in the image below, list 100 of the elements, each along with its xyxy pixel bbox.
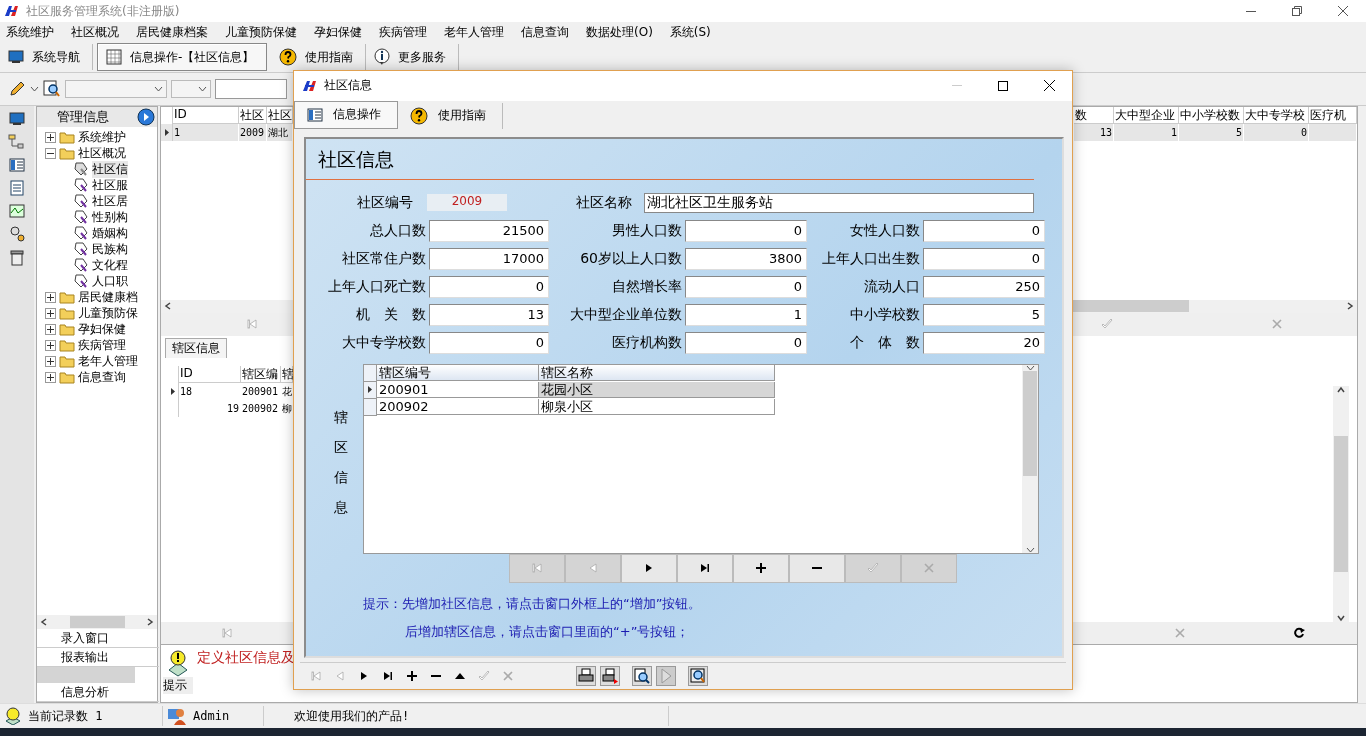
input-field[interactable]: 1 xyxy=(685,303,807,326)
table-cell: 200902 xyxy=(241,399,281,417)
field-label: 男性人口数 xyxy=(611,221,682,240)
input-field[interactable]: 3800 xyxy=(685,247,807,270)
input-field[interactable]: 0 xyxy=(685,331,807,354)
tree-item[interactable]: 人口职 xyxy=(92,272,128,290)
tree-item[interactable]: 性别构 xyxy=(92,208,128,226)
table-cell: 柳泉小区 xyxy=(539,398,775,415)
tree-item[interactable]: 孕妇保健 xyxy=(78,320,126,338)
column-header[interactable]: 中小学校数 xyxy=(1179,107,1244,124)
field-label: 自然增长率 xyxy=(611,277,682,296)
user-name: Admin xyxy=(193,709,230,723)
input-field[interactable]: 0 xyxy=(685,219,807,242)
hint-label: 提示 xyxy=(163,677,193,695)
tree-item[interactable]: 居民健康档 xyxy=(78,288,138,306)
toolbar-tab[interactable]: 系统导航 xyxy=(0,44,93,70)
dialog-title: 社区信息 xyxy=(324,77,373,95)
tree-item[interactable]: 系统维护 xyxy=(78,128,126,146)
dialog-tab[interactable]: 使用指南 xyxy=(398,102,503,129)
table-cell: 13 xyxy=(1074,124,1114,141)
tree-item[interactable]: 老年人管理 xyxy=(78,352,138,370)
tree-item[interactable]: 儿童预防保 xyxy=(78,304,138,322)
column-header[interactable]: 数 xyxy=(1074,107,1114,124)
tree-item[interactable]: 社区居 xyxy=(92,192,128,210)
input-field[interactable]: 0 xyxy=(923,219,1045,242)
input-field[interactable]: 21500 xyxy=(429,219,549,242)
column-header[interactable]: 医疗机 xyxy=(1309,107,1357,124)
menu-item[interactable]: 老年人管理 xyxy=(444,23,504,41)
column-header[interactable]: 大中专学校 xyxy=(1244,107,1309,124)
menu-item[interactable]: 孕妇保健 xyxy=(314,23,362,41)
input-field[interactable]: 0 xyxy=(923,247,1045,270)
tree-item[interactable]: 疾病管理 xyxy=(78,336,126,354)
tree-item[interactable]: 社区概况 xyxy=(78,144,126,162)
input-field[interactable]: 20 xyxy=(923,331,1045,354)
table-cell: 1 xyxy=(173,124,239,141)
table-cell: 花园小区 xyxy=(539,381,775,398)
tree-item[interactable]: 婚姻构 xyxy=(92,224,128,242)
field-label: 机 关 数 xyxy=(355,305,426,324)
table-cell: 1 xyxy=(1114,124,1179,141)
menu-item[interactable]: 社区概况 xyxy=(71,23,119,41)
sidebar-button[interactable]: 录入窗口 xyxy=(37,629,159,648)
menu-item[interactable]: 系统(S) xyxy=(669,23,711,41)
input-field[interactable]: 0 xyxy=(685,275,807,298)
sidebar-button[interactable]: 信息分析 xyxy=(37,683,159,702)
input-field[interactable]: 13 xyxy=(429,303,549,326)
form-heading: 社区信息 xyxy=(306,138,1034,180)
menu-item[interactable]: 居民健康档案 xyxy=(136,23,208,41)
field-label: 社区编号 xyxy=(356,193,413,212)
menu-item[interactable]: 儿童预防保健 xyxy=(225,23,297,41)
field-label: 总人口数 xyxy=(369,221,426,240)
panel-tab[interactable]: 辖区信息 xyxy=(165,337,227,358)
table-cell: 0 xyxy=(1244,124,1309,141)
column-header[interactable]: 辖区名称 xyxy=(539,364,775,381)
section-label: 辖区信息 xyxy=(334,407,348,518)
table-cell: 19 xyxy=(179,399,241,417)
field-label: 大中型企业单位数 xyxy=(569,305,682,324)
sidebar-title: 管理信息 xyxy=(57,108,109,126)
input-field[interactable]: 17000 xyxy=(429,247,549,270)
window-title: 社区服务管理系统(非注册版) xyxy=(26,2,181,20)
tree-item[interactable]: 民族构 xyxy=(92,240,128,258)
tip-text: 后增加辖区信息，请点击窗口里面的“+”号按钮； xyxy=(404,622,691,641)
field-label: 个 体 数 xyxy=(849,333,920,352)
record-count: 当前记录数 1 xyxy=(28,707,103,725)
toolbar-tab[interactable]: 信息操作-【社区信息】 xyxy=(97,43,268,71)
table-cell: 200901 xyxy=(241,382,281,400)
column-header[interactable]: ID xyxy=(179,365,241,383)
column-header[interactable]: 辖区编号 xyxy=(377,364,539,381)
field-label: 大中专学校数 xyxy=(341,333,426,352)
column-header[interactable]: 辖区编 xyxy=(241,365,281,383)
table-cell: 200902 xyxy=(377,398,539,415)
table-cell: 18 xyxy=(179,382,241,400)
field-label: 流动人口 xyxy=(863,277,920,296)
column-header[interactable]: 大中型企业 xyxy=(1114,107,1179,124)
tree-item[interactable]: 社区服 xyxy=(92,176,128,194)
column-header[interactable]: 辖 xyxy=(281,365,293,383)
tree-item[interactable]: 文化程 xyxy=(92,256,128,274)
field-label: 社区名称 xyxy=(575,193,632,212)
menu-item[interactable]: 数据处理(O) xyxy=(586,23,653,41)
input-field[interactable]: 湖北社区卫生服务站 xyxy=(644,192,1034,213)
field-label: 女性人口数 xyxy=(849,221,920,240)
input-field[interactable]: 0 xyxy=(429,275,549,298)
table-cell: 2009 xyxy=(239,124,267,141)
column-header[interactable]: ID xyxy=(173,107,239,124)
table-cell: 5 xyxy=(1179,124,1244,141)
tree-item[interactable]: 信息查询 xyxy=(78,368,126,386)
input-field[interactable]: 250 xyxy=(923,275,1045,298)
dialog-tab[interactable]: 信息操作 xyxy=(294,100,398,129)
tree-item[interactable]: 社区信 xyxy=(92,160,128,178)
input-field[interactable]: 0 xyxy=(429,331,549,354)
menu-item[interactable]: 疾病管理 xyxy=(379,23,427,41)
column-header[interactable]: 社区 xyxy=(267,107,293,124)
field-label: 上年人口死亡数 xyxy=(327,277,426,296)
menu-item[interactable]: 系统维护 xyxy=(6,23,54,41)
input-field[interactable]: 5 xyxy=(923,303,1045,326)
id-value: 2009 xyxy=(427,194,507,212)
field-label: 上年人口出生数 xyxy=(821,249,920,268)
menu-item[interactable]: 信息查询 xyxy=(521,23,569,41)
field-label: 中小学校数 xyxy=(849,305,920,324)
column-header[interactable]: 社区 xyxy=(239,107,267,124)
field-label: 社区常住户数 xyxy=(341,249,426,268)
